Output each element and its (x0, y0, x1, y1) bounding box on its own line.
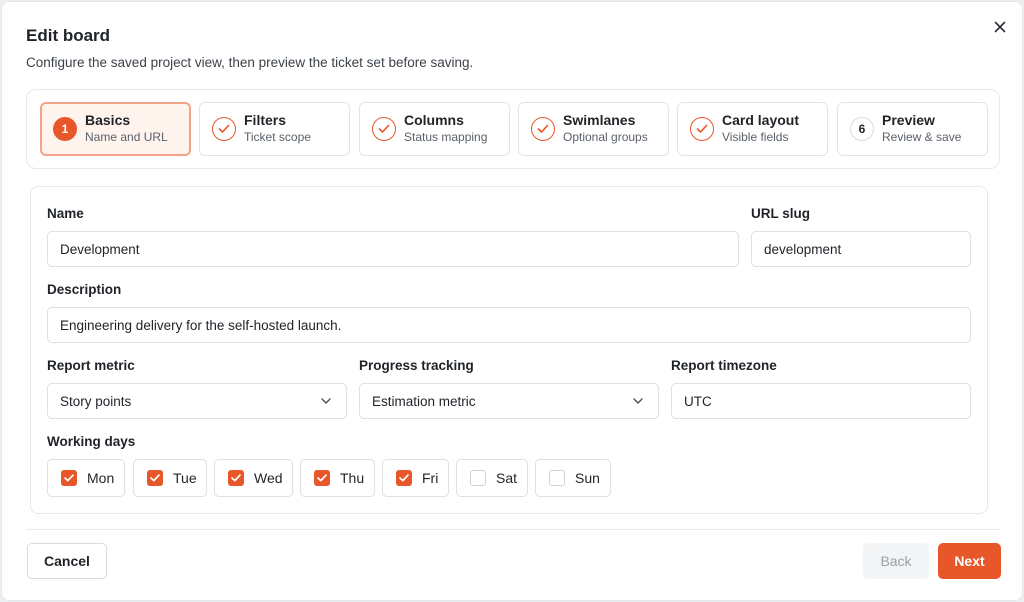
basics-form: Name Development URL slug development De… (30, 186, 988, 514)
step-subtitle: Ticket scope (244, 130, 311, 144)
day-tue-checkbox[interactable]: Tue (133, 459, 207, 497)
close-button[interactable] (989, 16, 1011, 38)
checkmark-icon (147, 470, 163, 486)
checkmark-icon (396, 470, 412, 486)
step-subtitle: Optional groups (563, 130, 648, 144)
name-label: Name (47, 206, 84, 221)
close-icon (994, 21, 1006, 33)
checkmark-icon (314, 470, 330, 486)
day-thu-checkbox[interactable]: Thu (300, 459, 375, 497)
step-preview[interactable]: 6 Preview Review & save (837, 102, 988, 156)
back-button[interactable]: Back (863, 543, 929, 579)
step-title: Preview (882, 112, 935, 128)
report-metric-label: Report metric (47, 358, 135, 373)
step-title: Basics (85, 112, 131, 128)
check-icon (690, 117, 714, 141)
day-label: Sat (496, 470, 518, 486)
wizard-stepper: 1 Basics Name and URL Filters Ticket sco… (26, 89, 1000, 169)
step-basics[interactable]: 1 Basics Name and URL (40, 102, 191, 156)
check-icon (372, 117, 396, 141)
dialog-title: Edit board (26, 26, 111, 45)
check-icon (531, 117, 555, 141)
day-fri-checkbox[interactable]: Fri (382, 459, 449, 497)
step-number-badge: 6 (850, 117, 874, 141)
chevron-down-icon (633, 398, 643, 404)
check-icon (212, 117, 236, 141)
empty-checkbox-icon (549, 470, 565, 486)
report-metric-value: Story points (60, 393, 132, 409)
description-label: Description (47, 282, 122, 297)
description-input[interactable]: Engineering delivery for the self-hosted… (47, 307, 971, 343)
step-card-layout[interactable]: Card layout Visible fields (677, 102, 828, 156)
report-metric-select[interactable]: Story points (47, 383, 347, 419)
edit-board-dialog: Edit board Configure the saved project v… (1, 1, 1023, 601)
day-wed-checkbox[interactable]: Wed (214, 459, 293, 497)
step-filters[interactable]: Filters Ticket scope (199, 102, 350, 156)
chevron-down-icon (321, 398, 331, 404)
checkmark-icon (61, 470, 77, 486)
step-subtitle: Review & save (882, 130, 962, 144)
day-label: Sun (575, 470, 600, 486)
step-columns[interactable]: Columns Status mapping (359, 102, 510, 156)
step-title: Filters (244, 112, 287, 128)
progress-tracking-value: Estimation metric (372, 393, 476, 409)
step-title: Swimlanes (563, 112, 636, 128)
day-label: Wed (254, 470, 283, 486)
progress-tracking-label: Progress tracking (359, 358, 474, 373)
slug-label: URL slug (751, 206, 811, 221)
working-days-label: Working days (47, 434, 136, 449)
day-mon-checkbox[interactable]: Mon (47, 459, 125, 497)
slug-input[interactable]: development (751, 231, 971, 267)
step-number-badge: 1 (53, 117, 77, 141)
progress-tracking-select[interactable]: Estimation metric (359, 383, 659, 419)
step-title: Columns (404, 112, 464, 128)
step-subtitle: Visible fields (722, 130, 789, 144)
day-label: Tue (173, 470, 197, 486)
step-title: Card layout (722, 112, 800, 128)
name-input[interactable]: Development (47, 231, 739, 267)
day-sun-checkbox[interactable]: Sun (535, 459, 611, 497)
day-sat-checkbox[interactable]: Sat (456, 459, 528, 497)
step-subtitle: Name and URL (85, 130, 168, 144)
timezone-input[interactable]: UTC (671, 383, 971, 419)
checkmark-icon (228, 470, 244, 486)
step-swimlanes[interactable]: Swimlanes Optional groups (518, 102, 669, 156)
day-label: Mon (87, 470, 115, 486)
next-button[interactable]: Next (938, 543, 1001, 579)
day-label: Fri (422, 470, 439, 486)
footer-divider (26, 529, 1000, 530)
step-subtitle: Status mapping (404, 130, 488, 144)
dialog-subtitle: Configure the saved project view, then p… (26, 55, 474, 70)
day-label: Thu (340, 470, 365, 486)
timezone-label: Report timezone (671, 358, 777, 373)
empty-checkbox-icon (470, 470, 486, 486)
cancel-button[interactable]: Cancel (27, 543, 107, 579)
